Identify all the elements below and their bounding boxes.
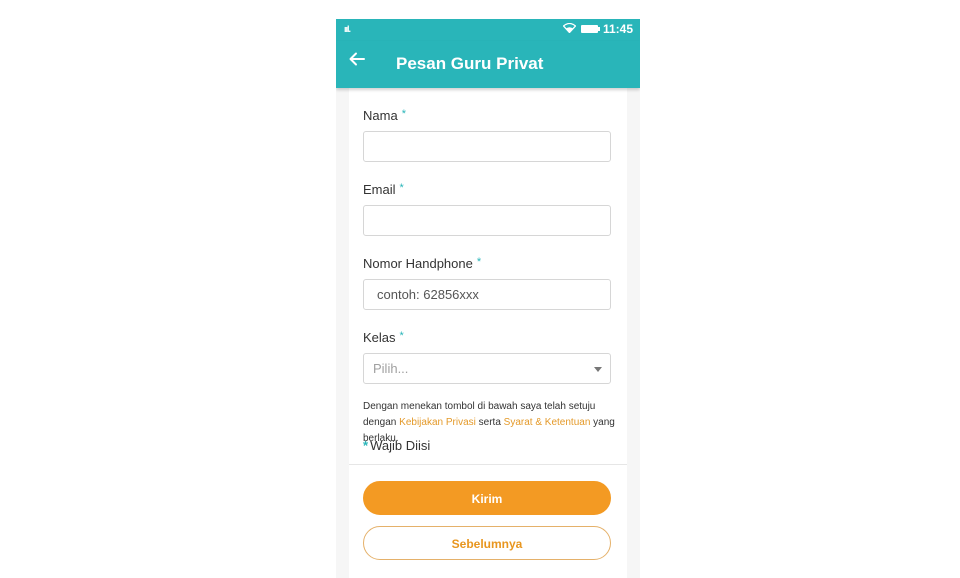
kelas-selected-value: Pilih... [373,361,409,376]
action-bar: Kirim Sebelumnya [349,464,627,578]
app-bar: Pesan Guru Privat [336,41,640,88]
phone-screen: ııl. 11:45 Pesan Guru Privat Nama * Email… [336,19,640,578]
wifi-icon [562,22,577,36]
email-label: Email * [363,182,404,197]
submit-button[interactable]: Kirim [363,481,611,515]
required-marker: * [476,256,482,268]
phone-input[interactable] [363,279,611,310]
signal-icon: ııl. [344,24,351,34]
status-time: 11:45 [602,22,633,36]
name-label: Nama * [363,108,406,123]
terms-link[interactable]: Syarat & Ketentuan [504,417,591,428]
name-input[interactable] [363,131,611,162]
status-right: 11:45 [562,22,633,36]
email-input[interactable] [363,205,611,236]
mandatory-note: * Wajib Diisi [363,438,431,453]
form-card: Nama* Email* Nomor Handphone* Kelas* Pil… [349,88,627,464]
previous-button[interactable]: Sebelumnya [363,526,611,560]
battery-icon [580,25,600,33]
kelas-label: Kelas * [363,330,404,345]
chevron-down-icon [594,367,602,372]
required-marker: * [399,182,404,194]
phone-label: Nomor Handphone * [363,256,482,271]
kelas-select[interactable]: Pilih... [363,353,611,384]
status-bar: ııl. 11:45 [336,19,640,41]
required-marker: * [401,108,406,120]
required-marker: * [399,330,404,342]
page-title: Pesan Guru Privat [396,54,544,73]
privacy-policy-link[interactable]: Kebijakan Privasi [399,417,476,428]
arrow-left-icon[interactable] [348,50,366,74]
required-marker: * [363,438,369,453]
